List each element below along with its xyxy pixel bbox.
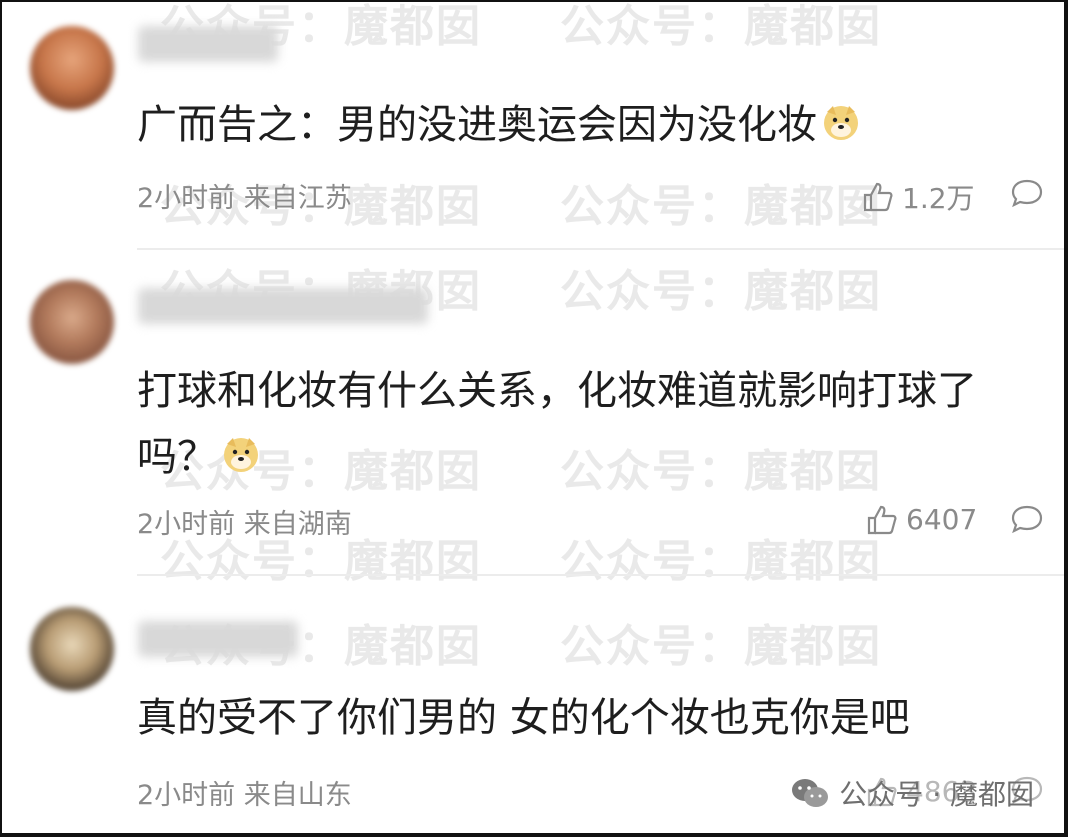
comment-text: 广而告之：男的没进奥运会因为没化妆 (137, 92, 1034, 158)
doge-emoji-icon (824, 106, 858, 140)
comment-text: 真的受不了你们男的 女的化个妆也克你是吧 (137, 695, 910, 741)
username-blurred[interactable] (138, 288, 428, 324)
thumbs-up-icon (867, 505, 897, 534)
like-count: 1.2万 (902, 182, 975, 215)
screenshot-frame: 公众号：魔都囡 公众号：魔都囡 公众号：魔都囡 公众号：魔都囡 公众号：魔都囡 … (0, 0, 1068, 837)
comment-item: 广而告之：男的没进奥运会因为没化妆 2小时前 来自江苏 1.2万 (0, 0, 1064, 250)
brand-label: 公众号 · 魔都囡 (839, 778, 1034, 811)
like-button[interactable]: 6407 (866, 503, 977, 536)
wechat-icon (792, 779, 829, 807)
comment-meta: 2小时前 来自山东 (137, 773, 352, 812)
comment-item: 打球和化妆有什么关系，化妆难道就影响打球了吗？ 2小时前 来自湖南 6407 (0, 250, 1064, 576)
comment-time: 2小时前 (137, 183, 236, 214)
comment-meta: 2小时前 来自江苏 (137, 176, 352, 215)
brand-watermark: 公众号 · 魔都囡 (791, 773, 1034, 813)
avatar[interactable] (30, 607, 114, 691)
comment-location: 来自江苏 (243, 183, 352, 214)
comment-bubble-icon[interactable] (1010, 504, 1044, 534)
comment-location: 来自湖南 (243, 509, 352, 540)
username-blurred[interactable] (138, 26, 278, 62)
comment-time: 2小时前 (137, 509, 236, 540)
doge-emoji-icon (224, 438, 258, 472)
comment-meta: 2小时前 来自湖南 (137, 502, 352, 541)
divider (137, 574, 1064, 576)
comment-time: 2小时前 (137, 780, 236, 811)
thumbs-up-icon (863, 182, 893, 212)
avatar[interactable] (30, 26, 114, 110)
comment-text: 打球和化妆有什么关系，化妆难道就影响打球了吗？ (137, 368, 977, 480)
avatar[interactable] (30, 280, 114, 364)
like-count: 6407 (906, 503, 978, 536)
username-blurred[interactable] (138, 621, 298, 657)
like-button[interactable]: 1.2万 (862, 177, 975, 217)
comment-bubble-icon[interactable] (1010, 178, 1044, 208)
comment-location: 来自山东 (243, 780, 352, 811)
